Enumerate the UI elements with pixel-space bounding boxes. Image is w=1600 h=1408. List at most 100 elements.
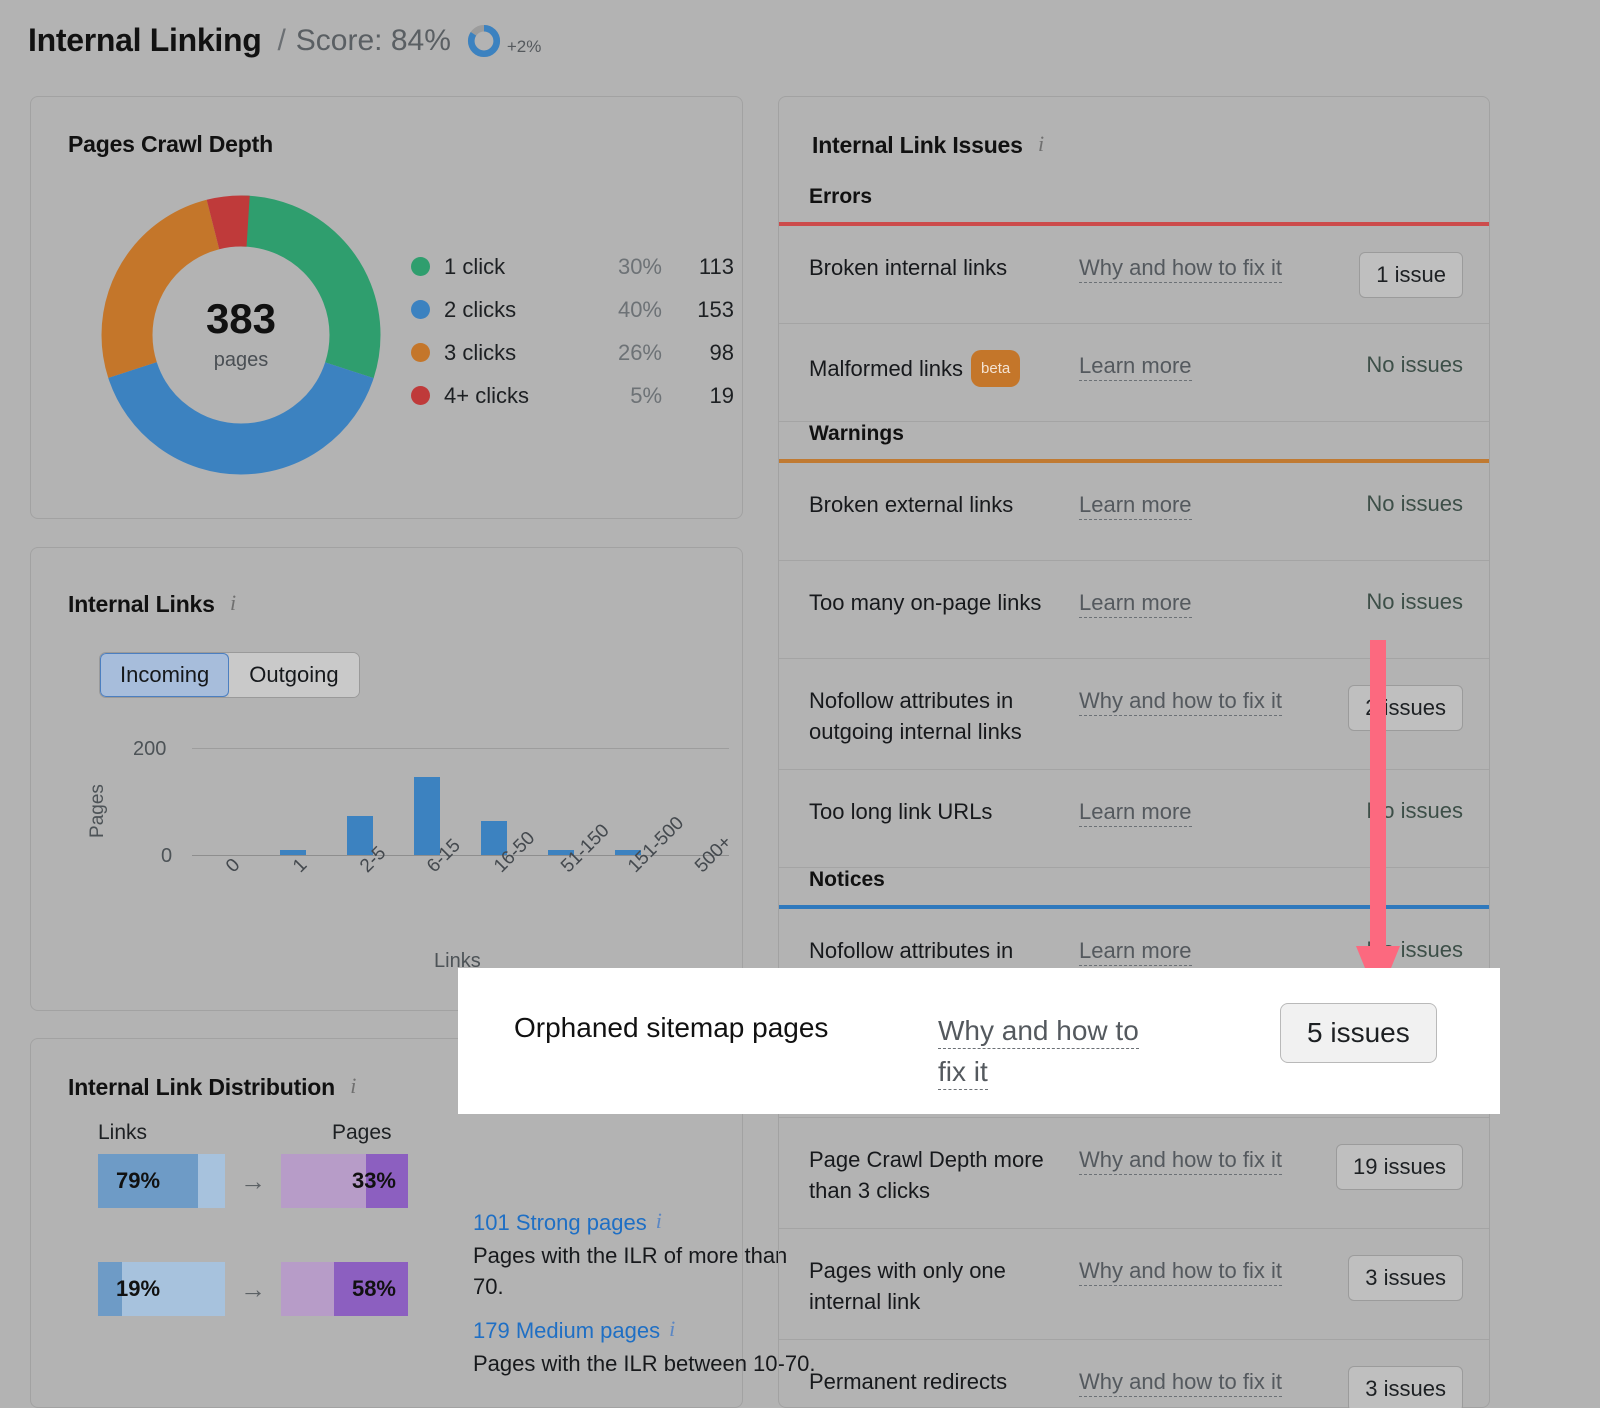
issue-status-text: No issues (1366, 350, 1463, 378)
internal-links-bar-chart: 200 0 Pages 012-56-1516-5051-150151-5005… (89, 738, 729, 983)
info-icon[interactable]: i (656, 1208, 662, 1234)
info-icon[interactable]: i (1038, 131, 1044, 157)
issue-help-link-text[interactable]: Why and how to fix it (1079, 1258, 1282, 1286)
info-icon[interactable]: i (669, 1316, 675, 1342)
callout-row-link[interactable]: Why and how to fix it (938, 1010, 1188, 1092)
issue-name: Broken external links (779, 489, 1079, 520)
issue-help-link-text[interactable]: Learn more (1079, 799, 1192, 827)
issue-help-link[interactable]: Learn more (1079, 350, 1294, 382)
bar-1[interactable] (280, 850, 306, 855)
legend-label: 1 click (444, 254, 580, 280)
distribution-link[interactable]: 179 Medium pages i (473, 1316, 818, 1344)
issue-row[interactable]: Malformed linksbetaLearn moreNo issues (779, 324, 1489, 422)
legend-percent: 5% (580, 383, 662, 409)
issue-help-link[interactable]: Learn more (1079, 935, 1294, 967)
bar-6-15[interactable] (414, 777, 440, 855)
distribution-link[interactable]: 101 Strong pages i (473, 1208, 818, 1236)
toggle-outgoing[interactable]: Outgoing (229, 653, 358, 697)
issue-name-text: Broken external links (809, 492, 1013, 517)
issue-name-text: Page Crawl Depth more than 3 clicks (809, 1147, 1044, 1203)
issue-help-link[interactable]: Learn more (1079, 587, 1294, 619)
issue-name-text: Broken internal links (809, 255, 1007, 280)
legend-count: 113 (662, 254, 734, 280)
issue-name: Too long link URLs (779, 796, 1079, 827)
distribution-link-text[interactable]: 179 Medium pages (473, 1318, 660, 1343)
issue-help-link-text[interactable]: Why and how to fix it (1079, 1369, 1282, 1397)
legend-color-dot (411, 300, 430, 319)
distribution-title-text: Internal Link Distribution (68, 1074, 335, 1100)
issues-title-text: Internal Link Issues (812, 132, 1023, 158)
issue-help-link-text[interactable]: Learn more (1079, 590, 1192, 618)
callout-link-line2[interactable]: fix it (938, 1056, 988, 1090)
issue-name-text: Permanent redirects (809, 1369, 1007, 1394)
legend-row[interactable]: 3 clicks26%98 (411, 331, 734, 374)
issue-help-link[interactable]: Why and how to fix it (1079, 1255, 1294, 1287)
issue-count-button[interactable]: 19 issues (1336, 1144, 1463, 1190)
issue-name-text: Nofollow attributes in outgoing internal… (809, 688, 1022, 744)
toggle-incoming[interactable]: Incoming (100, 653, 229, 697)
legend-row[interactable]: 4+ clicks5%19 (411, 374, 734, 417)
issue-help-link[interactable]: Learn more (1079, 489, 1294, 521)
crawl-depth-title: Pages Crawl Depth (68, 131, 273, 158)
score-delta: +2% (507, 37, 542, 57)
legend-count: 153 (662, 297, 734, 323)
legend-percent: 30% (580, 254, 662, 280)
issue-count-button[interactable]: 3 issues (1348, 1366, 1463, 1408)
y-axis-title: Pages (87, 784, 109, 838)
issue-help-link[interactable]: Why and how to fix it (1079, 685, 1294, 717)
legend-percent: 40% (580, 297, 662, 323)
callout-issue-button[interactable]: 5 issues (1280, 1003, 1437, 1063)
distribution-text: Pages with the ILR of more than 70. (473, 1240, 818, 1302)
distribution-row: 19%→58%179 Medium pagesiPages with the I… (98, 1262, 408, 1316)
issue-value: 3 issues (1294, 1255, 1489, 1301)
legend-label: 3 clicks (444, 340, 580, 366)
page-title: Internal Linking (28, 22, 261, 59)
issue-row[interactable]: Permanent redirects Why and how to fix it… (779, 1340, 1489, 1408)
issue-help-link-text[interactable]: Learn more (1079, 353, 1192, 381)
issue-help-link-text[interactable]: Learn more (1079, 938, 1192, 966)
issue-help-link[interactable]: Why and how to fix it (1079, 1366, 1294, 1398)
distribution-title: Internal Link Distribution i (68, 1073, 356, 1101)
issue-help-link[interactable]: Why and how to fix it (1079, 1144, 1294, 1176)
legend-row[interactable]: 1 click30%113 (411, 245, 734, 288)
issue-value: 19 issues (1294, 1144, 1489, 1190)
links-share-value: 79% (116, 1154, 160, 1208)
score-ring-icon (467, 24, 501, 58)
distribution-link-text[interactable]: 101 Strong pages (473, 1210, 647, 1235)
distribution-text: Pages with the ILR between 10-70. (473, 1348, 818, 1379)
issue-row[interactable]: Broken external links Learn more No issues (779, 463, 1489, 561)
internal-links-title: Internal Links i (68, 590, 236, 618)
issue-row[interactable]: Page Crawl Depth more than 3 clicks Why a… (779, 1118, 1489, 1229)
issue-status-text: No issues (1366, 489, 1463, 517)
legend-row[interactable]: 2 clicks40%153 (411, 288, 734, 331)
issue-name: Permanent redirects (779, 1366, 1079, 1397)
issue-name: Pages with only one internal link (779, 1255, 1079, 1317)
links-direction-toggle[interactable]: Incoming Outgoing (99, 652, 360, 698)
issues-title: Internal Link Issues i (812, 131, 1044, 159)
issue-help-link-text[interactable]: Learn more (1079, 492, 1192, 520)
issue-help-link-text[interactable]: Why and how to fix it (1079, 255, 1282, 283)
issue-help-link[interactable]: Why and how to fix it (1079, 252, 1294, 284)
issue-name: Too many on-page links (779, 587, 1079, 618)
crawl-depth-legend: 1 click30%1132 clicks40%1533 clicks26%98… (411, 245, 734, 417)
title-separator: / (277, 24, 285, 58)
issues-section-heading: Warnings (779, 422, 1489, 459)
issue-name-text: Too long link URLs (809, 799, 992, 824)
issue-count-button[interactable]: 1 issue (1359, 252, 1463, 298)
info-icon[interactable]: i (230, 590, 236, 616)
callout-link-line1[interactable]: Why and how to (938, 1015, 1139, 1049)
issue-row[interactable]: Pages with only one internal linkWhy and… (779, 1229, 1489, 1340)
issue-value: 3 issues (1294, 1366, 1489, 1408)
pages-share-bar: 33% (281, 1154, 408, 1208)
issue-count-button[interactable]: 3 issues (1348, 1255, 1463, 1301)
donut-total-label: pages (214, 349, 269, 372)
issue-help-link-text[interactable]: Why and how to fix it (1079, 1147, 1282, 1175)
info-icon[interactable]: i (350, 1073, 356, 1099)
issue-help-link-text[interactable]: Why and how to fix it (1079, 688, 1282, 716)
legend-count: 98 (662, 340, 734, 366)
issue-row[interactable]: Broken internal links Why and how to fix … (779, 226, 1489, 324)
issue-help-link[interactable]: Learn more (1079, 796, 1294, 828)
distribution-bars: 19%→58% (98, 1262, 408, 1316)
distribution-description: 101 Strong pages i Pages with the ILR of m… (473, 1208, 818, 1302)
issue-value: No issues (1294, 350, 1489, 378)
